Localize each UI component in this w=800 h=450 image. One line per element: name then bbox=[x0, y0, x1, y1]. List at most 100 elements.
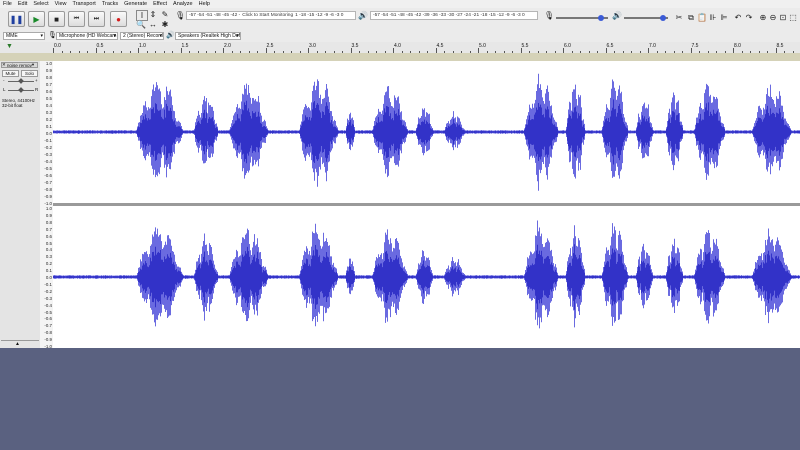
copy-icon[interactable]: ⧉ bbox=[686, 13, 696, 22]
collapse-track-button[interactable]: ▲ bbox=[1, 340, 39, 347]
chevron-down-icon: ▾ bbox=[40, 33, 43, 39]
amplitude-label: 1.0 bbox=[45, 206, 52, 211]
menu-analyze[interactable]: Analyze bbox=[173, 1, 193, 7]
amplitude-label: 0.4 bbox=[45, 103, 52, 108]
menu-edit[interactable]: Edit bbox=[18, 1, 27, 7]
menu-generate[interactable]: Generate bbox=[124, 1, 147, 7]
record-meter-scale-2: 1 -18 -15 -12 -9 -6 -3 0 bbox=[295, 13, 344, 18]
ruler-tick-label: 2.0 bbox=[224, 43, 231, 49]
envelope-tool[interactable]: ⇕ bbox=[148, 10, 158, 19]
multi-tool[interactable]: ✱ bbox=[160, 20, 170, 29]
empty-track-area[interactable] bbox=[0, 348, 800, 450]
track-name: noise remov bbox=[6, 62, 32, 68]
channel-separator bbox=[53, 203, 800, 206]
draw-tool[interactable]: ✎ bbox=[160, 10, 170, 19]
menu-select[interactable]: Select bbox=[33, 1, 48, 7]
cut-icon[interactable]: ✂ bbox=[674, 13, 684, 22]
recording-channels-value: 2 (Stereo) Record bbox=[123, 33, 163, 39]
track-name-button[interactable]: ✕ noise remov ▾ bbox=[1, 62, 38, 68]
gain-thumb[interactable] bbox=[18, 78, 24, 84]
amplitude-label: -0.8 bbox=[44, 330, 52, 336]
playback-meter[interactable]: -57 -54 -51 -48 -45 -42 -39 -36 -33 -30 … bbox=[370, 11, 538, 20]
ruler-tick-label: 4.5 bbox=[436, 43, 444, 49]
amplitude-label: -0.5 bbox=[44, 166, 52, 171]
amplitude-label: 0.8 bbox=[45, 219, 52, 225]
pause-button[interactable]: ❚❚ bbox=[8, 11, 25, 27]
redo-icon[interactable]: ↷ bbox=[744, 13, 754, 22]
multi-tool-icon: ✱ bbox=[161, 20, 169, 29]
paste-icon[interactable]: 📋 bbox=[697, 13, 707, 22]
waveform-area[interactable] bbox=[53, 61, 800, 348]
amplitude-label: -0.3 bbox=[44, 295, 52, 301]
zoom-in-icon[interactable]: ⊕ bbox=[758, 13, 768, 22]
amplitude-label: -0.9 bbox=[44, 337, 52, 343]
close-icon[interactable]: ✕ bbox=[2, 62, 6, 68]
amplitude-label: -0.1 bbox=[44, 138, 52, 143]
ruler-tick-label: 1.5 bbox=[181, 43, 189, 49]
playback-device-value: Speakers (Realtek High Def bbox=[178, 33, 240, 39]
zoom-out-icon[interactable]: ⊖ bbox=[768, 13, 778, 22]
amplitude-label: 0.4 bbox=[45, 247, 52, 253]
record-icon: ● bbox=[116, 14, 121, 24]
amplitude-label: -0.1 bbox=[44, 281, 52, 287]
amplitude-label: 0.5 bbox=[45, 96, 52, 101]
record-meter[interactable]: -57 -54 -51 -48 -45 -42 - Click to Start… bbox=[186, 11, 356, 20]
pause-icon: ❚❚ bbox=[9, 14, 24, 24]
recording-channels-select[interactable]: 2 (Stereo) Record ▾ bbox=[120, 32, 164, 40]
menu-file[interactable]: File bbox=[3, 1, 12, 7]
mute-label: Mute bbox=[5, 71, 16, 76]
menu-help[interactable]: Help bbox=[199, 1, 210, 7]
track-info: Stereo, 44100Hz 32-bit float bbox=[2, 98, 35, 108]
amplitude-label: -0.4 bbox=[44, 159, 52, 164]
playback-device-select[interactable]: Speakers (Realtek High Def ▾ bbox=[175, 32, 241, 40]
ruler-tick-label: 4.0 bbox=[394, 43, 401, 49]
record-button[interactable]: ● bbox=[110, 11, 127, 27]
ruler-tick-label: 3.5 bbox=[351, 43, 359, 49]
zoom-tool[interactable]: 🔍 bbox=[136, 20, 146, 29]
amplitude-label: -0.6 bbox=[44, 173, 52, 178]
chevron-up-icon: ▲ bbox=[15, 341, 20, 347]
ruler-tick-label: 6.5 bbox=[606, 43, 614, 49]
ruler-tick-label: 0.0 bbox=[54, 43, 61, 49]
trim-icon[interactable]: ⊪ bbox=[708, 13, 718, 22]
playback-meter-scale: -57 -54 -51 -48 -45 -42 -39 -36 -33 -30 … bbox=[373, 13, 525, 18]
undo-icon[interactable]: ↶ bbox=[733, 13, 743, 22]
menu-effect[interactable]: Effect bbox=[153, 1, 167, 7]
ruler-tick-label: 8.0 bbox=[734, 43, 741, 49]
amplitude-label: -0.9 bbox=[44, 194, 52, 199]
record-meter-hint: Click to Start Monitoring bbox=[242, 13, 294, 18]
skip-start-icon: ⏮ bbox=[73, 15, 80, 22]
solo-button[interactable]: Solo bbox=[21, 70, 38, 77]
pan-thumb[interactable] bbox=[18, 87, 24, 93]
stop-button[interactable]: ■ bbox=[48, 11, 65, 27]
stop-icon: ■ bbox=[54, 14, 59, 24]
recording-device-select[interactable]: Microphone (HD Webcam ▾ bbox=[56, 32, 118, 40]
silence-icon[interactable]: ⊫ bbox=[719, 13, 729, 22]
pan-right-label: R bbox=[35, 87, 39, 92]
menu-view[interactable]: View bbox=[55, 1, 67, 7]
audio-host-select[interactable]: MME ▾ bbox=[3, 32, 45, 40]
play-button[interactable]: ▶ bbox=[28, 11, 45, 27]
play-head-icon: ▼ bbox=[6, 43, 13, 50]
menu-transport[interactable]: Transport bbox=[72, 1, 95, 7]
timeshift-tool[interactable]: ↔ bbox=[148, 20, 158, 29]
play-icon: ▶ bbox=[33, 14, 40, 24]
record-meter-scale: -57 -54 -51 -48 -45 -42 - bbox=[189, 13, 241, 18]
menu-tracks[interactable]: Tracks bbox=[102, 1, 118, 7]
gain-plus-label: + bbox=[35, 78, 38, 83]
amplitude-label: -0.8 bbox=[44, 187, 52, 192]
playback-volume-thumb[interactable] bbox=[660, 15, 666, 21]
fit-selection-icon[interactable]: ⊡ bbox=[778, 13, 788, 22]
mute-button[interactable]: Mute bbox=[2, 70, 19, 77]
timeshift-icon: ↔ bbox=[149, 20, 157, 29]
track-bitdepth: 32-bit float bbox=[2, 103, 23, 108]
ruler-tick-label: 2.5 bbox=[266, 43, 274, 49]
amplitude-label: -0.7 bbox=[44, 180, 52, 185]
skip-end-button[interactable]: ⏭ bbox=[88, 11, 105, 27]
amplitude-label: 0.9 bbox=[45, 68, 52, 73]
amplitude-label: 0.7 bbox=[45, 226, 52, 232]
skip-start-button[interactable]: ⏮ bbox=[68, 11, 85, 27]
amplitude-label: 1.0 bbox=[45, 61, 52, 66]
fit-project-icon[interactable]: ⬚ bbox=[788, 13, 798, 22]
recording-volume-thumb[interactable] bbox=[598, 15, 604, 21]
